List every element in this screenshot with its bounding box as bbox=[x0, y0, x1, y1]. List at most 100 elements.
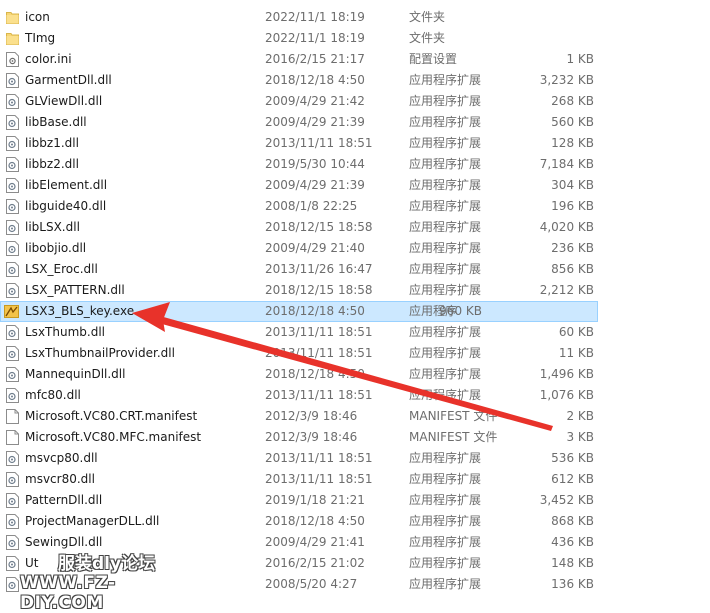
dll-file-icon bbox=[6, 493, 19, 508]
file-name: LsxThumbnailProvider.dll bbox=[25, 346, 175, 360]
file-type: 应用程序扩展 bbox=[409, 577, 482, 591]
dll-file-icon bbox=[6, 178, 19, 193]
file-name: libLSX.dll bbox=[25, 220, 80, 234]
file-type: 应用程序扩展 bbox=[409, 451, 482, 465]
file-row[interactable]: libguide40.dll 2008/1/8 22:25 应用程序扩展 196 KB bbox=[0, 196, 710, 217]
file-date-modified: 2022/11/1 18:19 bbox=[265, 10, 365, 24]
dll-file-icon bbox=[6, 262, 19, 277]
file-type: 应用程序扩展 bbox=[409, 493, 482, 507]
file-type: 应用程序扩展 bbox=[409, 136, 482, 150]
file-name: libBase.dll bbox=[25, 115, 87, 129]
file-size: 2 KB bbox=[566, 409, 594, 423]
file-date-modified: 2018/12/15 18:58 bbox=[265, 220, 373, 234]
file-date-modified: 2018/12/18 4:50 bbox=[265, 514, 365, 528]
file-row[interactable]: ProjectManagerDLL.dll 2018/12/18 4:50 应用程序… bbox=[0, 511, 710, 532]
file-name: GLViewDll.dll bbox=[25, 94, 103, 108]
file-type: 应用程序扩展 bbox=[409, 73, 482, 87]
file-name: libbz2.dll bbox=[25, 157, 79, 171]
file-type: 应用程序扩展 bbox=[409, 283, 482, 297]
file-name: Microsoft.VC80.MFC.manifest bbox=[25, 430, 202, 444]
file-name: msvcp80.dll bbox=[25, 451, 98, 465]
file-row[interactable]: msvcp80.dll 2013/11/11 18:51 应用程序扩展 536 KB bbox=[0, 448, 710, 469]
file-row[interactable]: libbz2.dll 2019/5/30 10:44 应用程序扩展 7,184 KB bbox=[0, 154, 710, 175]
dll-file-icon bbox=[6, 556, 19, 571]
file-type: 应用程序扩展 bbox=[409, 262, 482, 276]
file-name: SewingDll.dll bbox=[25, 535, 103, 549]
file-date-modified: 2009/4/29 21:40 bbox=[265, 241, 365, 255]
file-row[interactable]: GLViewDll.dll 2009/4/29 21:42 应用程序扩展 268 KB bbox=[0, 91, 710, 112]
file-row[interactable]: Microsoft.VC80.CRT.manifest 2012/3/9 18:4… bbox=[0, 406, 710, 427]
dll-file-icon bbox=[6, 241, 19, 256]
file-row[interactable]: mfc80.dll 2013/11/11 18:51 应用程序扩展 1,076 KB bbox=[0, 385, 710, 406]
file-row[interactable]: TImg 2022/11/1 18:19 文件夹 bbox=[0, 28, 710, 49]
file-type: 配置设置 bbox=[409, 52, 458, 66]
file-row[interactable]: SewingDll.dll 2009/4/29 21:41 应用程序扩展 436 KB bbox=[0, 532, 710, 553]
dll-file-icon bbox=[6, 199, 19, 214]
file-row[interactable]: libElement.dll 2009/4/29 21:39 应用程序扩展 304 K… bbox=[0, 175, 710, 196]
file-name: ProjectManagerDLL.dll bbox=[25, 514, 160, 528]
file-row[interactable]: libbz1.dll 2013/11/11 18:51 应用程序扩展 128 KB bbox=[0, 133, 710, 154]
file-row[interactable]: libBase.dll 2009/4/29 21:39 应用程序扩展 560 KB bbox=[0, 112, 710, 133]
folder-icon bbox=[6, 31, 19, 46]
file-row[interactable]: libLSX.dll 2018/12/15 18:58 应用程序扩展 4,020 KB bbox=[0, 217, 710, 238]
file-type: 应用程序扩展 bbox=[409, 346, 482, 360]
file-row[interactable]: icon 2022/11/1 18:19 文件夹 bbox=[0, 7, 710, 28]
folder-icon bbox=[6, 10, 19, 25]
file-row[interactable]: LsxThumbnailProvider.dll 2013/11/11 18:51… bbox=[0, 343, 710, 364]
file-date-modified: 2009/4/29 21:39 bbox=[265, 115, 365, 129]
dll-file-icon bbox=[6, 220, 19, 235]
file-name: Microsoft.VC80.CRT.manifest bbox=[25, 409, 198, 423]
file-type: MANIFEST 文件 bbox=[409, 430, 498, 444]
dll-file-icon bbox=[6, 514, 19, 529]
file-row[interactable]: MannequinDll.dll 2018/12/18 4:50 应用程序扩展 1,4… bbox=[0, 364, 710, 385]
file-row[interactable]: LSX_Eroc.dll 2013/11/26 16:47 应用程序扩展 856 KB bbox=[0, 259, 710, 280]
file-date-modified: 2013/11/11 18:51 bbox=[265, 325, 373, 339]
file-row[interactable]: LsxThumb.dll 2013/11/11 18:51 应用程序扩展 60 KB bbox=[0, 322, 710, 343]
file-type: 应用程序扩展 bbox=[409, 115, 482, 129]
file-size: 2,212 KB bbox=[539, 283, 594, 297]
file-type: 应用程序扩展 bbox=[409, 556, 482, 570]
file-size: 612 KB bbox=[551, 472, 594, 486]
file-date-modified: 2016/2/15 21:17 bbox=[265, 52, 365, 66]
file-name: LSX_Eroc.dll bbox=[25, 262, 98, 276]
file-date-modified: 2018/12/15 18:58 bbox=[265, 283, 373, 297]
file-name: LSX3_BLS_key.exe bbox=[25, 304, 135, 318]
file-size: 4,020 KB bbox=[539, 220, 594, 234]
file-row[interactable]: 2008/5/20 4:27 应用程序扩展 136 KB bbox=[0, 574, 710, 595]
file-date-modified: 2018/12/18 4:50 bbox=[265, 367, 365, 381]
file-date-modified: 2019/5/30 10:44 bbox=[265, 157, 365, 171]
file-date-modified: 2012/3/9 18:46 bbox=[265, 430, 358, 444]
file-size: 11 KB bbox=[558, 346, 594, 360]
file-size: 1,496 KB bbox=[539, 367, 594, 381]
file-type: 应用程序扩展 bbox=[409, 178, 482, 192]
file-name: LsxThumb.dll bbox=[25, 325, 105, 339]
file-date-modified: 2012/3/9 18:46 bbox=[265, 409, 358, 423]
file-row[interactable]: libobjio.dll 2009/4/29 21:40 应用程序扩展 236 KB bbox=[0, 238, 710, 259]
file-size: 304 KB bbox=[551, 178, 594, 192]
file-row[interactable]: GarmentDll.dll 2018/12/18 4:50 应用程序扩展 3,232… bbox=[0, 70, 710, 91]
file-type: 应用程序扩展 bbox=[409, 535, 482, 549]
file-size: 7,184 KB bbox=[539, 157, 594, 171]
file-name: PatternDll.dll bbox=[25, 493, 103, 507]
file-row[interactable]: LSX3_BLS_key.exe 2018/12/18 4:50 应用程序 960 K… bbox=[0, 301, 598, 322]
file-type: 文件夹 bbox=[409, 31, 446, 45]
file-type: 应用程序扩展 bbox=[409, 199, 482, 213]
file-row[interactable]: color.ini 2016/2/15 21:17 配置设置 1 KB bbox=[0, 49, 710, 70]
file-name: Ut bbox=[25, 556, 39, 570]
file-row[interactable]: Microsoft.VC80.MFC.manifest 2012/3/9 18:4… bbox=[0, 427, 710, 448]
file-date-modified: 2013/11/11 18:51 bbox=[265, 472, 373, 486]
file-size: 3 KB bbox=[566, 430, 594, 444]
file-row[interactable]: LSX_PATTERN.dll 2018/12/15 18:58 应用程序扩展 2,2… bbox=[0, 280, 710, 301]
file-size: 3,452 KB bbox=[539, 493, 594, 507]
file-type: MANIFEST 文件 bbox=[409, 409, 498, 423]
file-name: MannequinDll.dll bbox=[25, 367, 126, 381]
file-row[interactable]: Ut 2016/2/15 21:02 应用程序扩展 148 KB bbox=[0, 553, 710, 574]
file-size: 136 KB bbox=[551, 577, 594, 591]
file-name: libElement.dll bbox=[25, 178, 108, 192]
file-date-modified: 2008/1/8 22:25 bbox=[265, 199, 358, 213]
file-row[interactable]: PatternDll.dll 2019/1/18 21:21 应用程序扩展 3,452… bbox=[0, 490, 710, 511]
file-name: libguide40.dll bbox=[25, 199, 107, 213]
file-type: 应用程序扩展 bbox=[409, 514, 482, 528]
file-row[interactable]: msvcr80.dll 2013/11/11 18:51 应用程序扩展 612 KB bbox=[0, 469, 710, 490]
file-type: 应用程序扩展 bbox=[409, 94, 482, 108]
